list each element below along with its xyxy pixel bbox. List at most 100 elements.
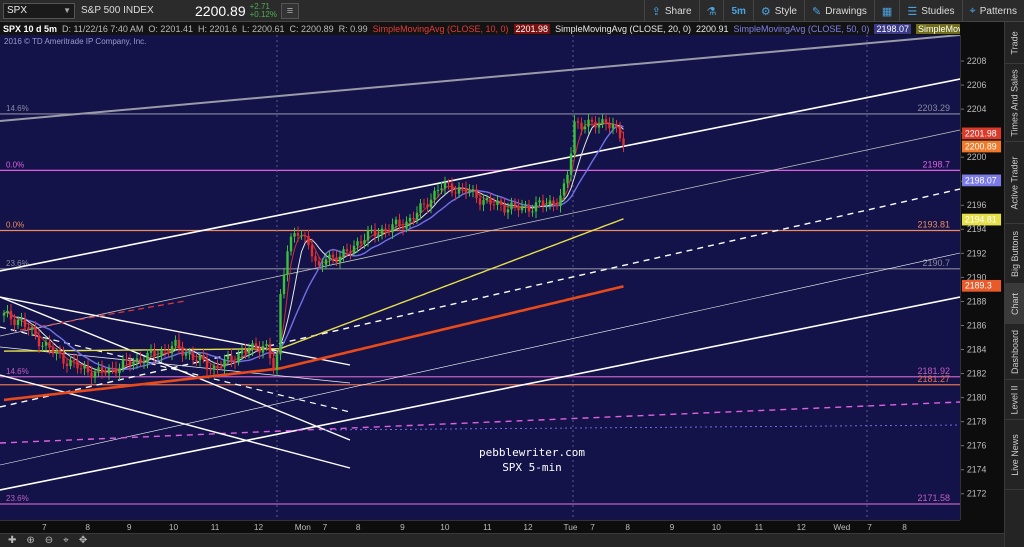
candle-body bbox=[191, 353, 195, 360]
time-tick-label: Wed bbox=[833, 522, 850, 532]
candle-body bbox=[412, 217, 415, 220]
toolbar-actions: ⇪ Share ⚗ 5m ⚙ Style ✎ Drawings ▦ ☰ Studies … bbox=[643, 0, 1024, 22]
sma50-label[interactable]: SimpleMovingAvg (CLOSE, 50, 0) bbox=[734, 24, 870, 34]
candle-body bbox=[524, 204, 527, 207]
candle-body bbox=[79, 368, 83, 370]
candle-body bbox=[377, 234, 380, 237]
candle-body bbox=[569, 153, 573, 175]
sidebar-tab-dashboard[interactable]: Dashboard bbox=[1005, 324, 1024, 380]
candle-body bbox=[541, 200, 545, 206]
bar-open: O: 2201.41 bbox=[148, 23, 193, 34]
candle-body bbox=[44, 342, 48, 346]
pan-icon[interactable]: ✥ bbox=[79, 535, 87, 546]
candle-body bbox=[352, 245, 356, 253]
sidebar-tab-active-trader[interactable]: Active Trader bbox=[1005, 142, 1024, 224]
candle-body bbox=[76, 360, 79, 369]
time-tick-label: 10 bbox=[440, 522, 450, 532]
candle-body bbox=[114, 368, 118, 374]
fib-level-percent: 14.6% bbox=[6, 104, 29, 113]
candle-body bbox=[356, 241, 359, 246]
candle-body bbox=[415, 212, 419, 220]
share-icon: ⇪ bbox=[651, 5, 661, 18]
bar-range: R: 0.99 bbox=[338, 23, 368, 34]
candle-body bbox=[13, 319, 16, 325]
sidebar-tab-times-and-sales[interactable]: Times And Sales bbox=[1005, 64, 1024, 142]
sma10-label[interactable]: SimpleMovingAvg (CLOSE, 10, 0) bbox=[373, 24, 509, 34]
sma20-label[interactable]: SimpleMovingAvg (CLOSE, 20, 0) bbox=[555, 24, 691, 34]
zoom-in-icon[interactable]: ⊕ bbox=[26, 535, 34, 546]
sidebar-tab-big-buttons[interactable]: Big Buttons bbox=[1005, 224, 1024, 284]
candle-body bbox=[48, 342, 51, 348]
time-tick-label: 11 bbox=[483, 522, 492, 532]
candle-body bbox=[62, 353, 65, 364]
bar-high: H: 2201.6 bbox=[197, 23, 237, 34]
candle-body bbox=[534, 202, 538, 212]
candle-body bbox=[51, 347, 55, 354]
candle-body bbox=[111, 367, 114, 369]
sidebar-tab-label: Active Trader bbox=[1010, 155, 1020, 210]
time-tick-label: 8 bbox=[85, 522, 90, 532]
fib-level-percent: 0.0% bbox=[6, 160, 24, 169]
sidebar-tab-label: Live News bbox=[1010, 433, 1021, 476]
candle-body bbox=[552, 200, 555, 205]
candle-body bbox=[496, 200, 499, 205]
style-button[interactable]: ⚙ Style bbox=[752, 0, 804, 22]
candle-body bbox=[405, 221, 408, 229]
candle-body bbox=[436, 189, 440, 191]
sma50-value: 2198.07 bbox=[874, 23, 911, 34]
time-tick-label: 10 bbox=[712, 522, 722, 532]
fib-level-value: 2198.7 bbox=[922, 159, 950, 169]
watermark-caption: SPX 5-min bbox=[502, 461, 562, 474]
flask-button[interactable]: ⚗ bbox=[698, 0, 724, 22]
candle-body bbox=[223, 359, 226, 368]
candle-body bbox=[597, 123, 601, 128]
candle-body bbox=[272, 358, 275, 370]
candle-body bbox=[279, 294, 282, 355]
bottom-status-bar: ✚ ⊕ ⊖ ⌖ ✥ bbox=[0, 533, 1004, 547]
quote-details-button[interactable]: ≡ bbox=[280, 2, 299, 19]
price-axis[interactable]: 2208220622042202220021982196219421922190… bbox=[960, 35, 1004, 520]
symbol-selector[interactable]: SPX ▼ bbox=[3, 2, 75, 19]
candle-body bbox=[167, 350, 170, 354]
candle-body bbox=[237, 353, 240, 363]
candle-body bbox=[580, 122, 583, 130]
sidebar-tab-chart[interactable]: Chart bbox=[1005, 284, 1024, 324]
time-tick-label: 8 bbox=[356, 522, 361, 532]
share-button[interactable]: ⇪ Share bbox=[643, 0, 699, 22]
chart-info-bar: SPX 10 d 5m D: 11/22/16 7:40 AM O: 2201.… bbox=[0, 22, 960, 35]
sidebar-tab-live-news[interactable]: Live News bbox=[1005, 420, 1024, 490]
candle-body bbox=[209, 369, 212, 371]
candle-body bbox=[314, 256, 317, 262]
candle-body bbox=[2, 313, 6, 316]
candle-body bbox=[443, 182, 447, 189]
drawing-mode-icon[interactable]: ✚ bbox=[8, 535, 16, 546]
price-chart[interactable]: 14.6% 2203.29 0.0% 2198.7 0.0% 2193.81 23.6% 21… bbox=[0, 35, 960, 520]
candle-body bbox=[37, 335, 41, 347]
patterns-button[interactable]: ⌖ Patterns bbox=[961, 0, 1024, 22]
time-axis[interactable]: 7 8 9 10 11 12 Mon 7 8 9 10 11 12 Tue 7 8 9 10 11 12 Wed 7 8 bbox=[0, 520, 960, 533]
candle-body bbox=[233, 361, 237, 363]
candle-body bbox=[16, 319, 20, 325]
studies-button[interactable]: ☰ Studies bbox=[899, 0, 961, 22]
drawings-button[interactable]: ✎ Drawings bbox=[804, 0, 874, 22]
sidebar-tab-trade[interactable]: Trade bbox=[1005, 22, 1024, 64]
price-change: +2.71 +0.12% bbox=[250, 2, 277, 19]
timeframe-button[interactable]: 5m bbox=[723, 0, 752, 22]
patterns-icon: ⌖ bbox=[969, 4, 976, 17]
candle-body bbox=[132, 361, 135, 366]
candle-body bbox=[247, 349, 251, 354]
zoom-out-icon[interactable]: ⊖ bbox=[45, 535, 53, 546]
sidebar-tab-level-ii[interactable]: Level II bbox=[1005, 380, 1024, 420]
candle-body bbox=[286, 251, 289, 275]
candle-body bbox=[27, 327, 30, 330]
candle-body bbox=[482, 200, 485, 205]
sma-extra-label[interactable]: SimpleMoving... bbox=[915, 23, 960, 34]
time-tick-label: 7 bbox=[42, 522, 47, 532]
chart-symbol: SPX 10 d 5m bbox=[3, 23, 58, 34]
candle-body bbox=[153, 350, 156, 357]
crosshair-icon[interactable]: ⌖ bbox=[63, 535, 69, 546]
layout-button[interactable]: ▦ bbox=[873, 0, 899, 22]
candle-body bbox=[398, 219, 401, 226]
candle-body bbox=[510, 202, 513, 210]
price-tick-label: 2182 bbox=[967, 368, 987, 378]
